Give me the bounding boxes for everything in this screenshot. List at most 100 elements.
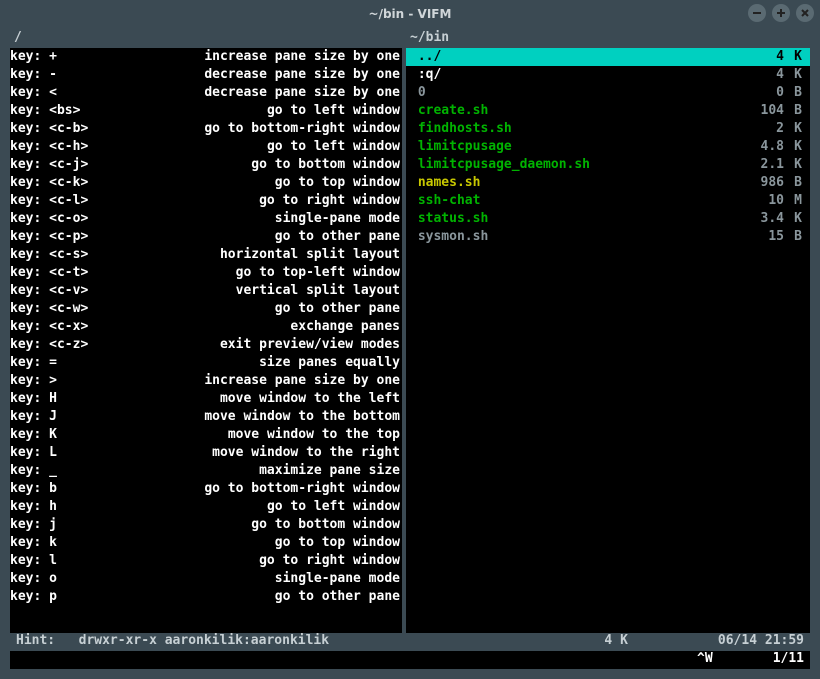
keybinding-key: key: <c-p>	[10, 228, 140, 246]
keybinding-desc: decrease pane size by one	[140, 84, 402, 102]
file-row[interactable]: :q/4K	[406, 66, 810, 84]
keybinding-key: key: o	[10, 570, 140, 588]
keybinding-key: key: <bs>	[10, 102, 140, 120]
keybinding-row: key: <c-w>go to other pane	[10, 300, 402, 318]
file-size: 15	[748, 228, 784, 246]
file-name: ../	[410, 48, 748, 66]
keybinding-row: key: pgo to other pane	[10, 588, 402, 606]
file-size: 2	[748, 120, 784, 138]
keybinding-row: key: <decrease pane size by one	[10, 84, 402, 102]
keybinding-row: key: <c-v>vertical split layout	[10, 282, 402, 300]
file-size-unit: B	[784, 228, 802, 246]
file-row[interactable]: 00B	[406, 84, 810, 102]
keybinding-key: key: p	[10, 588, 140, 606]
left-pane-keybindings[interactable]: key: +increase pane size by onekey: -dec…	[10, 48, 402, 633]
file-size: 10	[748, 192, 784, 210]
keybinding-row: key: <c-o>single-pane mode	[10, 210, 402, 228]
keybinding-row: key: <c-l>go to right window	[10, 192, 402, 210]
file-size: 4	[748, 66, 784, 84]
keybinding-row: key: <c-j>go to bottom window	[10, 156, 402, 174]
file-row[interactable]: sysmon.sh15B	[406, 228, 810, 246]
keybinding-desc: move window to the right	[140, 444, 402, 462]
keybinding-row: key: bgo to bottom-right window	[10, 480, 402, 498]
keybinding-key: key: <c-t>	[10, 264, 140, 282]
keybinding-key: key: <	[10, 84, 140, 102]
keybinding-row: key: <c-x>exchange panes	[10, 318, 402, 336]
keybinding-row: key: Kmove window to the top	[10, 426, 402, 444]
keybinding-key: key: <c-x>	[10, 318, 140, 336]
keybinding-desc: go to bottom-right window	[140, 480, 402, 498]
file-size-unit: K	[784, 66, 802, 84]
keybinding-key: key: _	[10, 462, 140, 480]
keybinding-row: key: kgo to top window	[10, 534, 402, 552]
window-controls	[748, 4, 814, 22]
keybinding-desc: move window to the top	[140, 426, 402, 444]
file-size: 986	[748, 174, 784, 192]
status-permissions: drwxr-xr-x aaronkilik:aaronkilik	[79, 633, 329, 651]
file-name: sysmon.sh	[410, 228, 748, 246]
command-line[interactable]: ^W 1/11	[10, 651, 810, 669]
keybinding-desc: increase pane size by one	[140, 372, 402, 390]
file-size-unit: K	[784, 210, 802, 228]
file-row[interactable]: limitcpusage_daemon.sh2.1K	[406, 156, 810, 174]
keybinding-row: key: -decrease pane size by one	[10, 66, 402, 84]
keybinding-key: key: H	[10, 390, 140, 408]
keybinding-desc: vertical split layout	[140, 282, 402, 300]
keybinding-desc: horizontal split layout	[140, 246, 402, 264]
file-row[interactable]: create.sh104B	[406, 102, 810, 120]
status-date: 06/14 21:59	[718, 633, 804, 651]
keybinding-row: key: hgo to left window	[10, 498, 402, 516]
keybinding-desc: exit preview/view modes	[140, 336, 402, 354]
keybinding-desc: go to other pane	[140, 228, 402, 246]
cmdline-position: 1/11	[773, 651, 804, 669]
maximize-button[interactable]	[772, 4, 790, 22]
file-size: 104	[748, 102, 784, 120]
keybinding-row: key: jgo to bottom window	[10, 516, 402, 534]
file-row[interactable]: limitcpusage4.8K	[406, 138, 810, 156]
file-row[interactable]: ssh-chat10M	[406, 192, 810, 210]
file-size-unit: B	[784, 102, 802, 120]
file-row[interactable]: names.sh986B	[406, 174, 810, 192]
file-row[interactable]: findhosts.sh2K	[406, 120, 810, 138]
keybinding-desc: go to right window	[140, 192, 402, 210]
status-size: 4 K	[604, 633, 627, 651]
keybinding-desc: single-pane mode	[140, 210, 402, 228]
keybinding-key: key: <c-b>	[10, 120, 140, 138]
keybinding-row: key: <c-z>exit preview/view modes	[10, 336, 402, 354]
file-name: status.sh	[410, 210, 748, 228]
keybinding-desc: go to other pane	[140, 588, 402, 606]
keybinding-desc: size panes equally	[140, 354, 402, 372]
close-button[interactable]	[796, 4, 814, 22]
keybinding-desc: go to right window	[140, 552, 402, 570]
keybinding-key: key: <c-j>	[10, 156, 140, 174]
keybinding-desc: go to left window	[140, 138, 402, 156]
minimize-button[interactable]	[748, 4, 766, 22]
keybinding-row: key: >increase pane size by one	[10, 372, 402, 390]
keybinding-key: key: -	[10, 66, 140, 84]
keybinding-key: key: <c-s>	[10, 246, 140, 264]
keybinding-key: key: L	[10, 444, 140, 462]
keybinding-row: key: <c-h>go to left window	[10, 138, 402, 156]
keybinding-key: key: <c-h>	[10, 138, 140, 156]
keybinding-row: key: <c-t>go to top-left window	[10, 264, 402, 282]
keybinding-row: key: osingle-pane mode	[10, 570, 402, 588]
file-size: 0	[748, 84, 784, 102]
keybinding-key: key: k	[10, 534, 140, 552]
keybinding-key: key: <c-k>	[10, 174, 140, 192]
file-size-unit: K	[784, 138, 802, 156]
file-name: findhosts.sh	[410, 120, 748, 138]
file-size-unit: K	[784, 156, 802, 174]
right-pane-path: ~/bin	[406, 30, 810, 48]
keybinding-row: key: <c-s>horizontal split layout	[10, 246, 402, 264]
file-size: 3.4	[748, 210, 784, 228]
keybinding-desc: go to left window	[140, 102, 402, 120]
right-pane-filelist[interactable]: ../4K :q/4K 00B create.sh104B findhosts.…	[406, 48, 810, 633]
keybinding-desc: move window to the bottom	[140, 408, 402, 426]
keybinding-desc: maximize pane size	[140, 462, 402, 480]
keybinding-key: key: <c-l>	[10, 192, 140, 210]
keybinding-key: key: <c-v>	[10, 282, 140, 300]
file-row[interactable]: ../4K	[406, 48, 810, 66]
file-row[interactable]: status.sh3.4K	[406, 210, 810, 228]
keybinding-desc: go to top window	[140, 174, 402, 192]
file-size-unit: M	[784, 192, 802, 210]
